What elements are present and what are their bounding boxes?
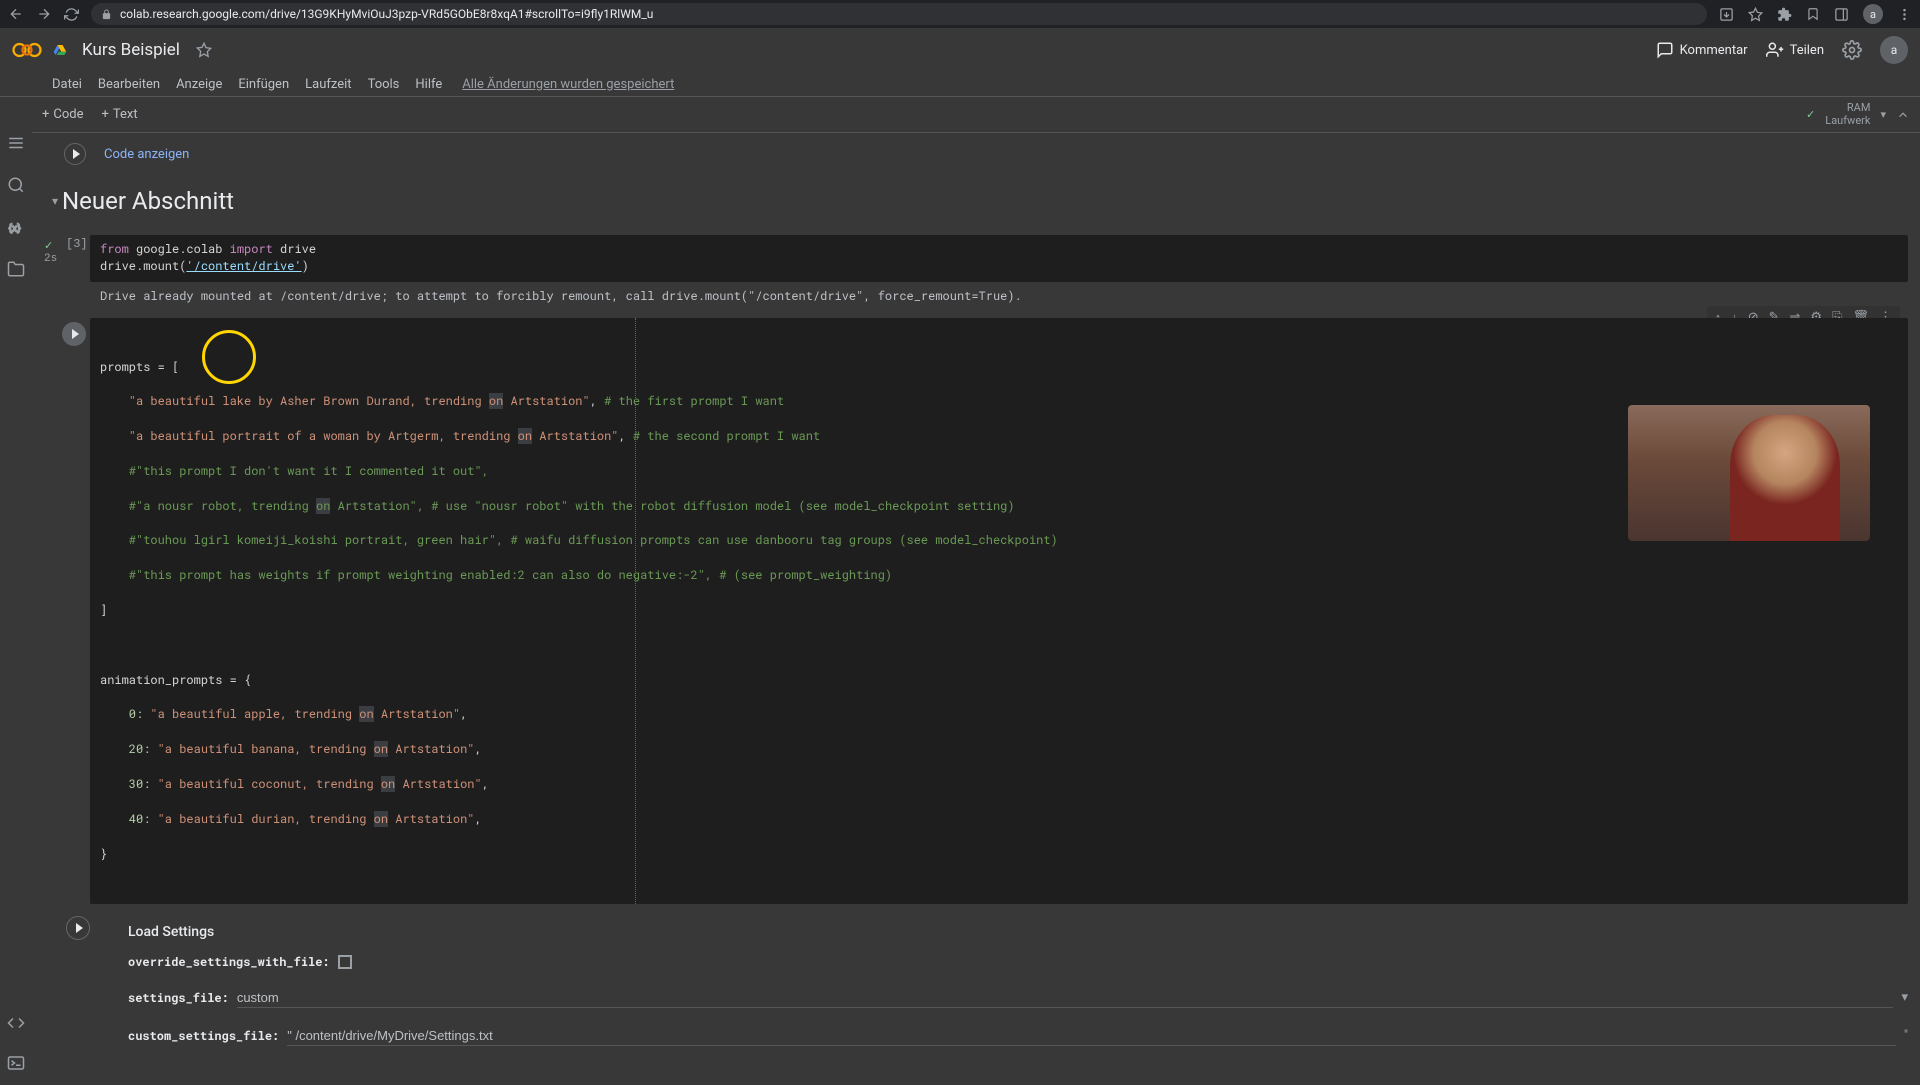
user-avatar[interactable]: a	[1880, 36, 1908, 64]
install-icon[interactable]	[1719, 6, 1734, 21]
colab-logo[interactable]	[12, 41, 42, 59]
save-status[interactable]: Alle Änderungen wurden gespeichert	[462, 77, 674, 92]
document-title[interactable]: Kurs Beispiel	[82, 40, 180, 60]
code-snippets-icon[interactable]	[7, 1014, 25, 1032]
menu-einfuegen[interactable]: Einfügen	[238, 77, 289, 92]
lock-icon	[101, 7, 112, 21]
star-icon[interactable]	[1748, 6, 1763, 21]
cell-gutter: ✓ 2s	[44, 239, 57, 265]
run-button[interactable]	[64, 143, 86, 165]
files-icon[interactable]	[7, 260, 25, 278]
menu-datei[interactable]: Datei	[52, 77, 82, 92]
menu-hilfe[interactable]: Hilfe	[415, 77, 442, 92]
custom-settings-label: custom_settings_file:	[128, 1028, 279, 1044]
browser-chrome-bar: colab.research.google.com/drive/13G9KHyM…	[0, 0, 1920, 28]
run-button[interactable]	[62, 322, 86, 346]
add-code-button[interactable]: + Code	[42, 107, 84, 122]
settings-icon[interactable]	[1842, 40, 1862, 60]
show-code-link[interactable]: Code anzeigen	[104, 147, 189, 162]
left-sidebar: {x}	[0, 128, 32, 278]
menu-bar: Datei Bearbeiten Anzeige Einfügen Laufze…	[0, 72, 1920, 96]
code-editor[interactable]: from google.colab import drive drive.mou…	[90, 235, 1908, 282]
toc-icon[interactable]	[7, 134, 25, 152]
menu-laufzeit[interactable]: Laufzeit	[305, 77, 351, 92]
settings-file-input[interactable]	[237, 988, 1894, 1008]
load-settings-title: Load Settings	[128, 924, 1908, 940]
custom-settings-input[interactable]	[287, 1026, 1896, 1046]
load-settings-cell: Load Settings override_settings_with_fil…	[44, 912, 1908, 1068]
notebook-main: Code anzeigen ▾ Neuer Abschnitt ✓ 2s [3]…	[32, 133, 1920, 1085]
image-settings-section: Image Settings W: H: bit_depth_output: ▾	[90, 1076, 1908, 1085]
runtime-dropdown-icon[interactable]: ▾	[1880, 108, 1886, 121]
show-code-row: Code anzeigen	[44, 141, 1908, 175]
colab-header: Kurs Beispiel Kommentar Teilen a Datei B…	[0, 28, 1920, 97]
reload-icon[interactable]	[64, 6, 79, 21]
run-button[interactable]	[66, 916, 90, 940]
left-sidebar-bottom	[0, 1014, 32, 1072]
terminal-icon[interactable]	[7, 1054, 25, 1072]
code-cell-drive[interactable]: ✓ 2s [3] from google.colab import drive …	[44, 235, 1908, 310]
forward-icon[interactable]	[36, 6, 52, 22]
runtime-status[interactable]: RAM Laufwerk	[1825, 102, 1870, 126]
back-icon[interactable]	[8, 6, 24, 22]
favorite-star-icon[interactable]	[196, 42, 212, 58]
add-text-button[interactable]: + Text	[102, 107, 138, 122]
override-checkbox[interactable]	[338, 955, 352, 969]
cell-output: Drive already mounted at /content/drive;…	[90, 282, 1908, 310]
bookmark-icon[interactable]	[1806, 7, 1820, 22]
notebook-toolbar: + Code + Text ✓ RAM Laufwerk ▾	[0, 97, 1920, 133]
menu-bearbeiten[interactable]: Bearbeiten	[98, 77, 160, 92]
variables-icon[interactable]: {x}	[7, 218, 25, 236]
section-heading: ▾ Neuer Abschnitt	[44, 175, 1908, 235]
extensions-icon[interactable]	[1777, 6, 1792, 21]
menu-anzeige[interactable]: Anzeige	[176, 77, 222, 92]
collapse-arrow-icon[interactable]: ▾	[52, 194, 58, 208]
share-button[interactable]: Teilen	[1766, 41, 1824, 59]
svg-text:{x}: {x}	[9, 222, 22, 235]
chrome-menu-icon[interactable]	[1897, 6, 1912, 21]
drive-icon	[52, 43, 68, 57]
profile-avatar[interactable]: a	[1863, 4, 1883, 24]
search-icon[interactable]	[7, 176, 25, 194]
panel-icon[interactable]	[1834, 6, 1849, 21]
url-text: colab.research.google.com/drive/13G9KHyM…	[120, 7, 653, 21]
menu-tools[interactable]: Tools	[368, 77, 400, 92]
quote-suffix: "	[1904, 1028, 1908, 1043]
presenter-video	[1628, 405, 1870, 541]
comment-button[interactable]: Kommentar	[1656, 41, 1748, 59]
cell-index: [3]	[66, 237, 88, 251]
url-bar[interactable]: colab.research.google.com/drive/13G9KHyM…	[91, 3, 1707, 25]
collapse-up-icon[interactable]	[1896, 107, 1910, 121]
connected-check-icon: ✓	[1806, 108, 1815, 121]
override-label: override_settings_with_file:	[128, 954, 330, 970]
settings-file-label: settings_file:	[128, 990, 229, 1006]
settings-file-dropdown-icon[interactable]: ▾	[1901, 990, 1908, 1005]
